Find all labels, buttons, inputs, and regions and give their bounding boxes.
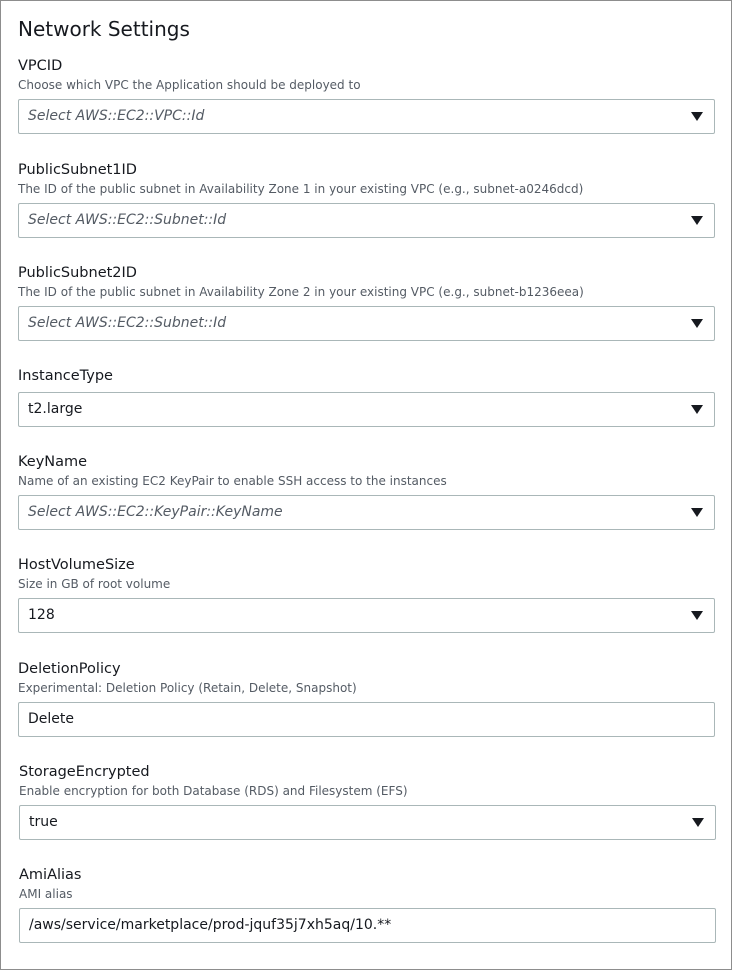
input-value: /aws/service/marketplace/prod-jquf35j7xh… xyxy=(29,917,392,933)
caret-down-icon xyxy=(691,611,703,620)
field-label: KeyName xyxy=(18,454,88,470)
field-description: Experimental: Deletion Policy (Retain, D… xyxy=(18,681,357,695)
field-label: PublicSubnet2ID xyxy=(18,265,137,281)
input-value: Delete xyxy=(28,711,74,727)
select-placeholder: Select AWS::EC2::Subnet::Id xyxy=(28,212,227,228)
vpcid-select[interactable]: Select AWS::EC2::VPC::Id xyxy=(18,99,715,134)
deletion-policy-input[interactable]: Delete xyxy=(18,702,715,737)
field-description: Choose which VPC the Application should … xyxy=(18,78,361,92)
field-ami-alias: AmiAlias AMI alias /aws/service/marketpl… xyxy=(19,866,716,943)
field-label: StorageEncrypted xyxy=(19,764,150,780)
select-placeholder: Select AWS::EC2::Subnet::Id xyxy=(28,315,227,331)
field-label: HostVolumeSize xyxy=(18,557,135,573)
field-label: InstanceType xyxy=(18,368,113,384)
section-title: Network Settings xyxy=(18,17,190,41)
host-volume-size-select[interactable]: 128 xyxy=(18,598,715,633)
field-description: The ID of the public subnet in Availabil… xyxy=(18,285,584,299)
select-value: 128 xyxy=(28,607,55,623)
instance-type-select[interactable]: t2.large xyxy=(18,392,715,427)
field-public-subnet1-id: PublicSubnet1ID The ID of the public sub… xyxy=(18,161,715,238)
caret-down-icon xyxy=(691,508,703,517)
select-value: true xyxy=(29,814,58,830)
field-label: VPCID xyxy=(18,58,63,74)
select-value: t2.large xyxy=(28,401,83,417)
public-subnet1-select[interactable]: Select AWS::EC2::Subnet::Id xyxy=(18,203,715,238)
select-placeholder: Select AWS::EC2::VPC::Id xyxy=(28,108,205,124)
field-label: AmiAlias xyxy=(19,867,82,883)
key-name-select[interactable]: Select AWS::EC2::KeyPair::KeyName xyxy=(18,495,715,530)
field-description: Enable encryption for both Database (RDS… xyxy=(19,784,408,798)
field-label: DeletionPolicy xyxy=(18,661,121,677)
field-storage-encrypted: StorageEncrypted Enable encryption for b… xyxy=(19,763,716,840)
field-vpcid: VPCID Choose which VPC the Application s… xyxy=(18,57,715,134)
field-description: Size in GB of root volume xyxy=(18,577,171,591)
caret-down-icon xyxy=(692,818,704,827)
ami-alias-input[interactable]: /aws/service/marketplace/prod-jquf35j7xh… xyxy=(19,908,716,943)
storage-encrypted-select[interactable]: true xyxy=(19,805,716,840)
public-subnet2-select[interactable]: Select AWS::EC2::Subnet::Id xyxy=(18,306,715,341)
caret-down-icon xyxy=(691,216,703,225)
select-placeholder: Select AWS::EC2::KeyPair::KeyName xyxy=(28,504,283,520)
field-host-volume-size: HostVolumeSize Size in GB of root volume… xyxy=(18,556,715,633)
caret-down-icon xyxy=(691,319,703,328)
caret-down-icon xyxy=(691,112,703,121)
field-label: PublicSubnet1ID xyxy=(18,162,137,178)
caret-down-icon xyxy=(691,405,703,414)
field-instance-type: InstanceType t2.large xyxy=(18,367,715,427)
field-key-name: KeyName Name of an existing EC2 KeyPair … xyxy=(18,453,715,530)
field-public-subnet2-id: PublicSubnet2ID The ID of the public sub… xyxy=(18,264,715,341)
field-deletion-policy: DeletionPolicy Experimental: Deletion Po… xyxy=(18,660,715,737)
network-settings-panel: Network Settings VPCID Choose which VPC … xyxy=(0,0,732,970)
field-description: The ID of the public subnet in Availabil… xyxy=(18,182,584,196)
field-description: AMI alias xyxy=(19,887,73,901)
field-description: Name of an existing EC2 KeyPair to enabl… xyxy=(18,474,447,488)
